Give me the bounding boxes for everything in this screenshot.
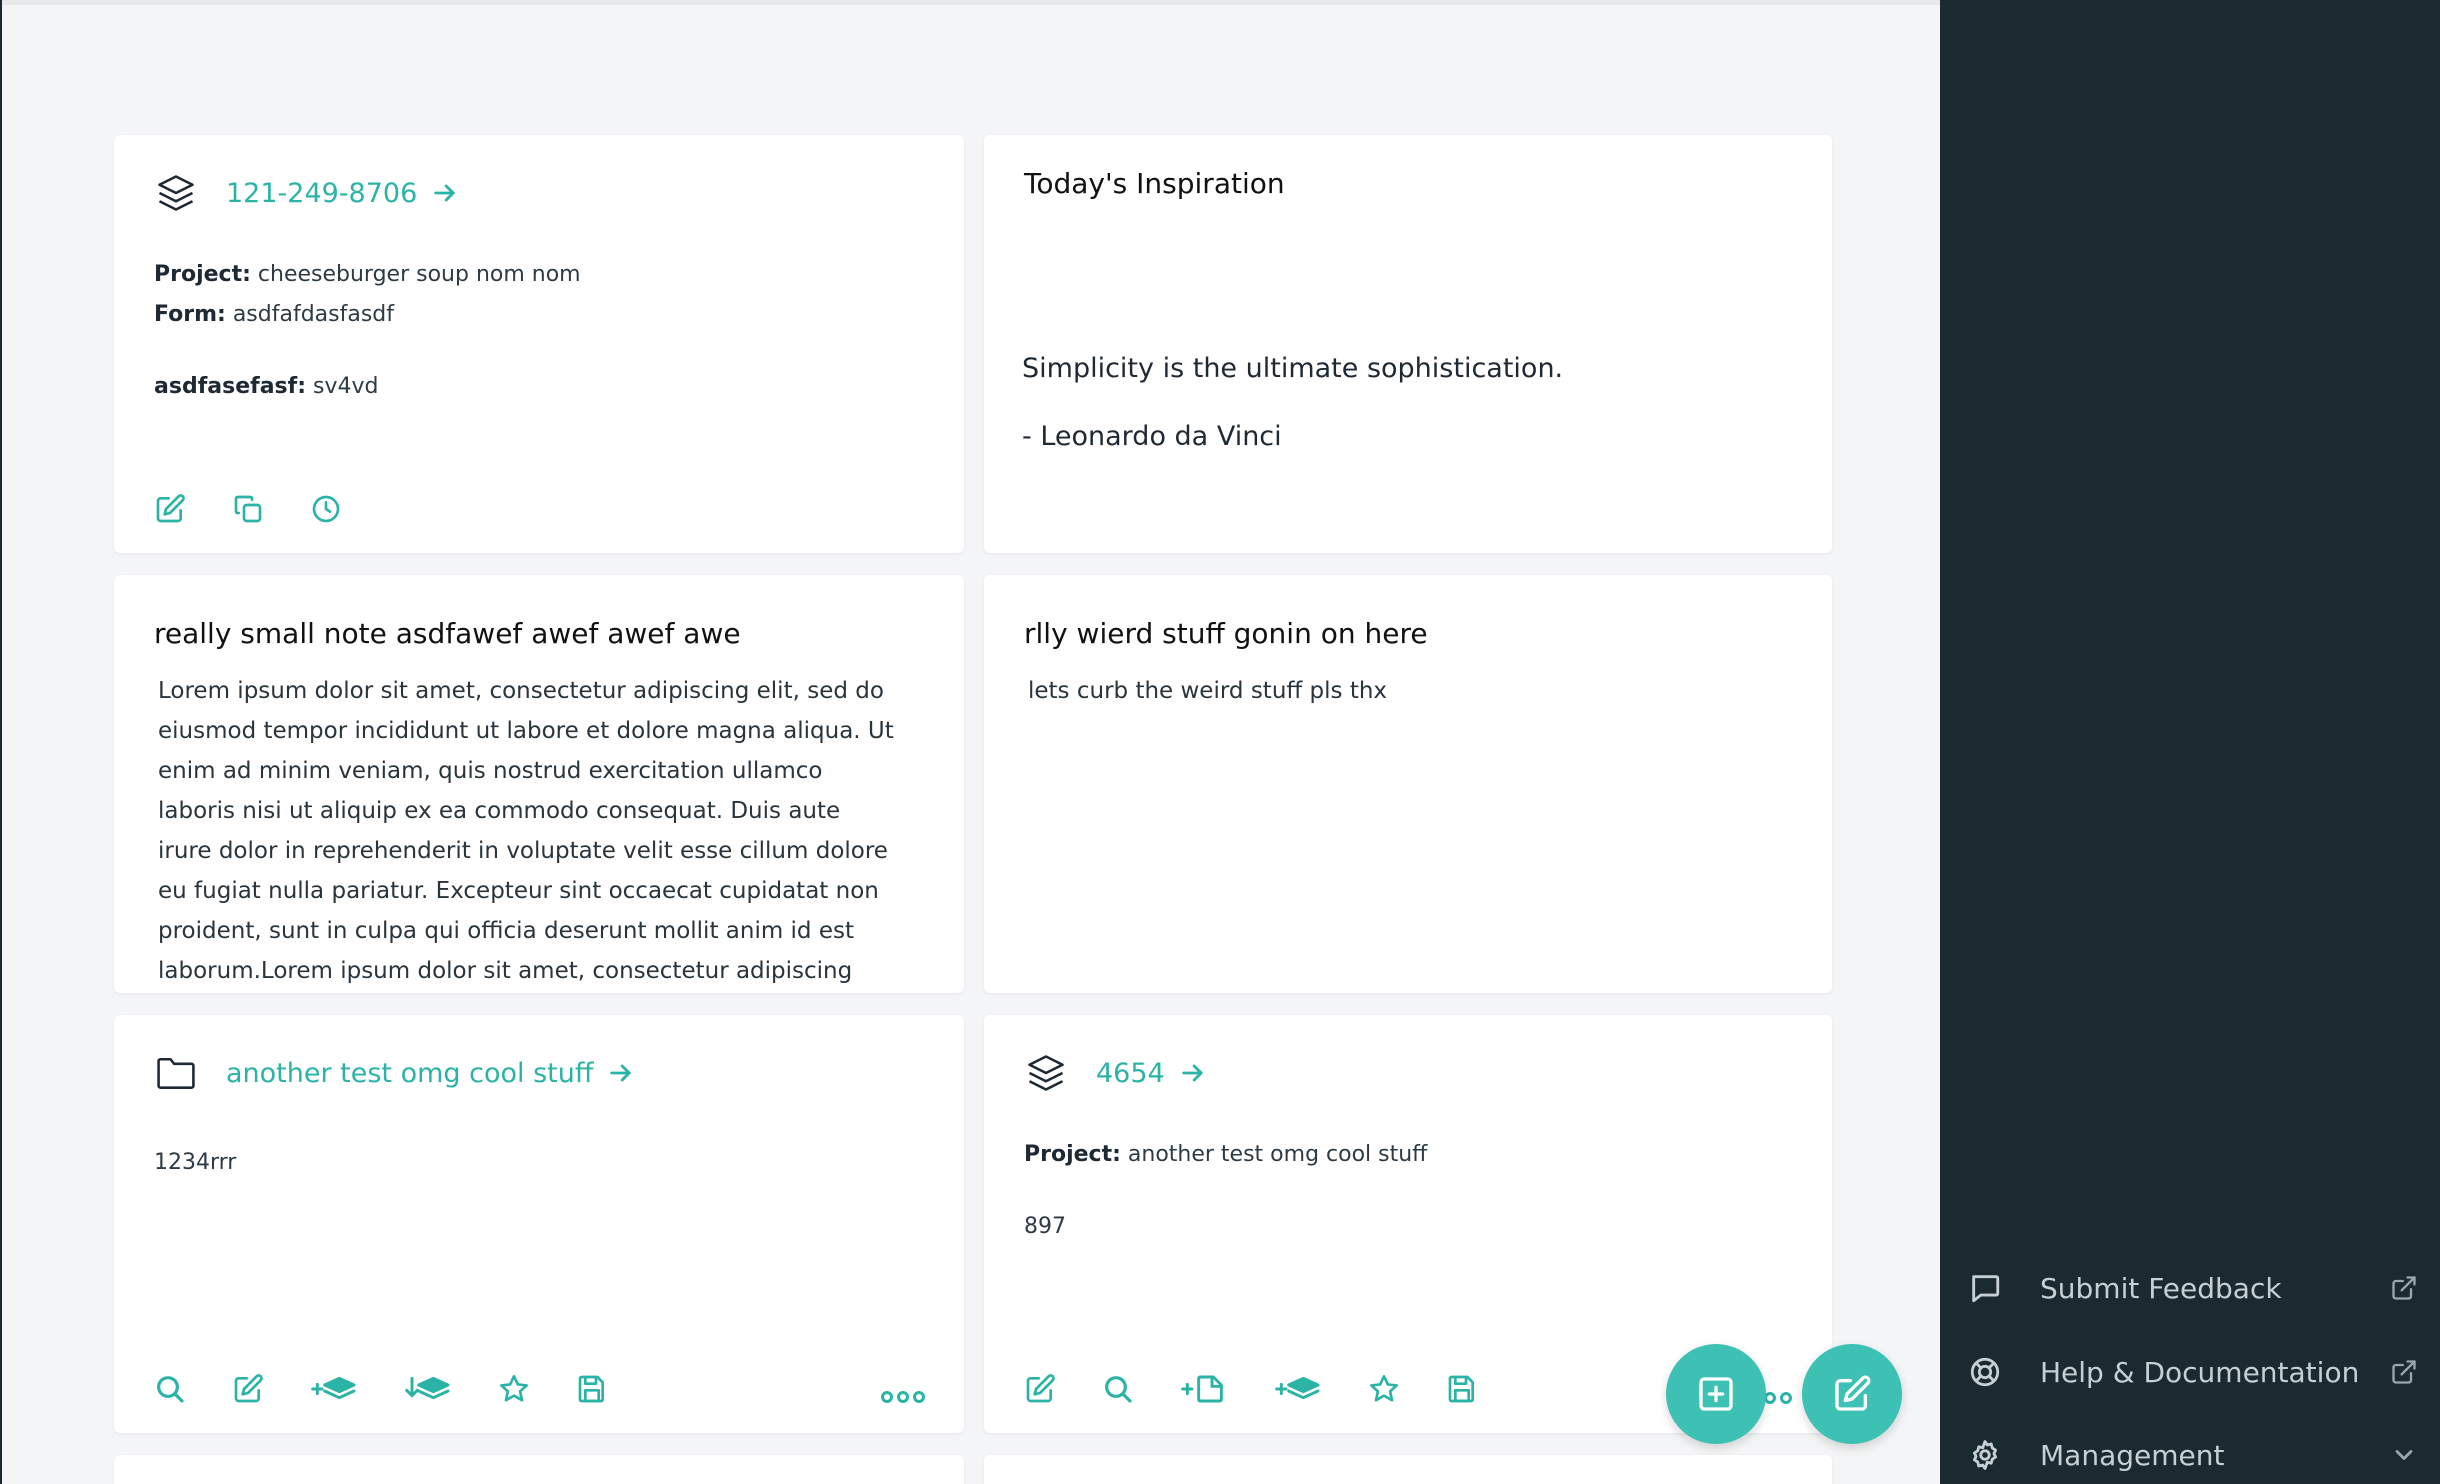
project-link[interactable]: another test omg cool stuff [226,1058,635,1089]
form-entry-link-label: 121-249-8706 [226,177,418,209]
card-actions [1024,1373,1478,1405]
search-icon[interactable] [154,1373,186,1405]
import-layers-icon[interactable] [404,1373,452,1405]
project-value: cheeseburger soup nom nom [257,262,581,287]
sidebar-item-management[interactable]: Management [1968,1430,2418,1480]
form-value: asdfafdasfasdf [232,302,395,327]
note-card[interactable]: really small note asdfawef awef awef awe… [114,575,964,993]
project-label: Project: [154,262,251,287]
card-actions [154,493,342,525]
sidebar-item-submit-feedback[interactable]: Submit Feedback [1968,1263,2418,1313]
card-partial [984,1455,1832,1484]
inspiration-title: Today's Inspiration [1024,167,1285,200]
layers-icon [1028,1055,1064,1091]
field-label: asdfasefasf: [154,374,307,399]
chevron-down-icon [2395,1450,2413,1460]
edit-icon [1835,1375,1871,1411]
form-meta: Form: asdfafdasfasdf [154,295,394,335]
chat-icon [1972,1275,2000,1303]
project-card: another test omg cool stuff 1234rrr [114,1015,964,1433]
note-card[interactable]: rlly wierd stuff gonin on here lets curb… [984,575,1832,993]
external-link-icon [2392,1360,2416,1384]
project-value: 1234rrr [154,1150,237,1175]
save-icon[interactable] [576,1373,608,1405]
note-body: Lorem ipsum dolor sit amet, consectetur … [158,678,894,984]
form-entry-link[interactable]: 121-249-8706 [226,178,459,209]
form-entry-card: 121-249-8706 Project: cheeseburger soup … [114,135,964,553]
search-icon[interactable] [1102,1373,1134,1405]
project-value: another test omg cool stuff [1127,1142,1428,1167]
star-icon[interactable] [1368,1373,1400,1405]
field-value: sv4vd [313,374,379,399]
sidebar: Submit Feedback Help & Documentation Man… [1940,0,2440,1484]
inspiration-author: - Leonardo da Vinci [1022,421,1282,452]
clock-icon[interactable] [310,493,342,525]
form-entry-link-label: 4654 [1096,1057,1165,1089]
layers-icon [158,175,194,211]
add-layers-icon[interactable] [1274,1373,1322,1405]
project-meta: Project: another test omg cool stuff [1024,1135,1427,1175]
main-content: 121-249-8706 Project: cheeseburger soup … [0,0,1942,1484]
compose-button[interactable] [1802,1344,1902,1444]
sidebar-item-label: Management [2040,1438,2225,1472]
arrow-right-icon [1181,1064,1203,1082]
sidebar-item-label: Help & Documentation [2040,1355,2360,1389]
add-button[interactable] [1666,1344,1766,1444]
card-actions [154,1373,608,1405]
card-partial [114,1455,964,1484]
folder-icon [157,1057,195,1089]
plus-square-icon [1699,1377,1733,1411]
top-bar [2,0,1942,5]
note-title: rlly wierd stuff gonin on here [1024,617,1428,650]
card-header: 4654 [1024,1051,1207,1095]
more-options-icon[interactable] [880,1387,926,1407]
project-meta: Project: cheeseburger soup nom nom [154,255,581,295]
edit-icon[interactable] [232,1373,264,1405]
form-label: Form: [154,302,226,327]
project-link-label: another test omg cool stuff [226,1057,594,1089]
add-layers-icon[interactable] [310,1373,358,1405]
sidebar-item-label: Submit Feedback [2040,1271,2282,1305]
lifebuoy-icon [1970,1357,2000,1387]
form-entry-link[interactable]: 4654 [1096,1058,1207,1089]
card-header: 121-249-8706 [154,171,459,215]
inspiration-card: Today's Inspiration Simplicity is the ul… [984,135,1832,553]
star-icon[interactable] [498,1373,530,1405]
note-title: really small note asdfawef awef awef awe [154,617,741,650]
field-meta: asdfasefasf: sv4vd [154,367,378,407]
project-label: Project: [1024,1142,1121,1167]
external-link-icon [2392,1276,2416,1300]
inspiration-quote: Simplicity is the ultimate sophisticatio… [1022,353,1564,384]
edit-icon[interactable] [1024,1373,1056,1405]
card-header: another test omg cool stuff [154,1051,635,1095]
add-file-icon[interactable] [1180,1373,1228,1405]
sidebar-item-help-documentation[interactable]: Help & Documentation [1968,1347,2418,1397]
edit-icon[interactable] [154,493,186,525]
gear-icon [1972,1440,1998,1470]
save-icon[interactable] [1446,1373,1478,1405]
note-body: lets curb the weird stuff pls thx [1028,678,1388,704]
copy-icon[interactable] [232,493,264,525]
arrow-right-icon [434,184,455,202]
arrow-right-icon [610,1064,632,1082]
entry-value: 897 [1024,1214,1066,1239]
